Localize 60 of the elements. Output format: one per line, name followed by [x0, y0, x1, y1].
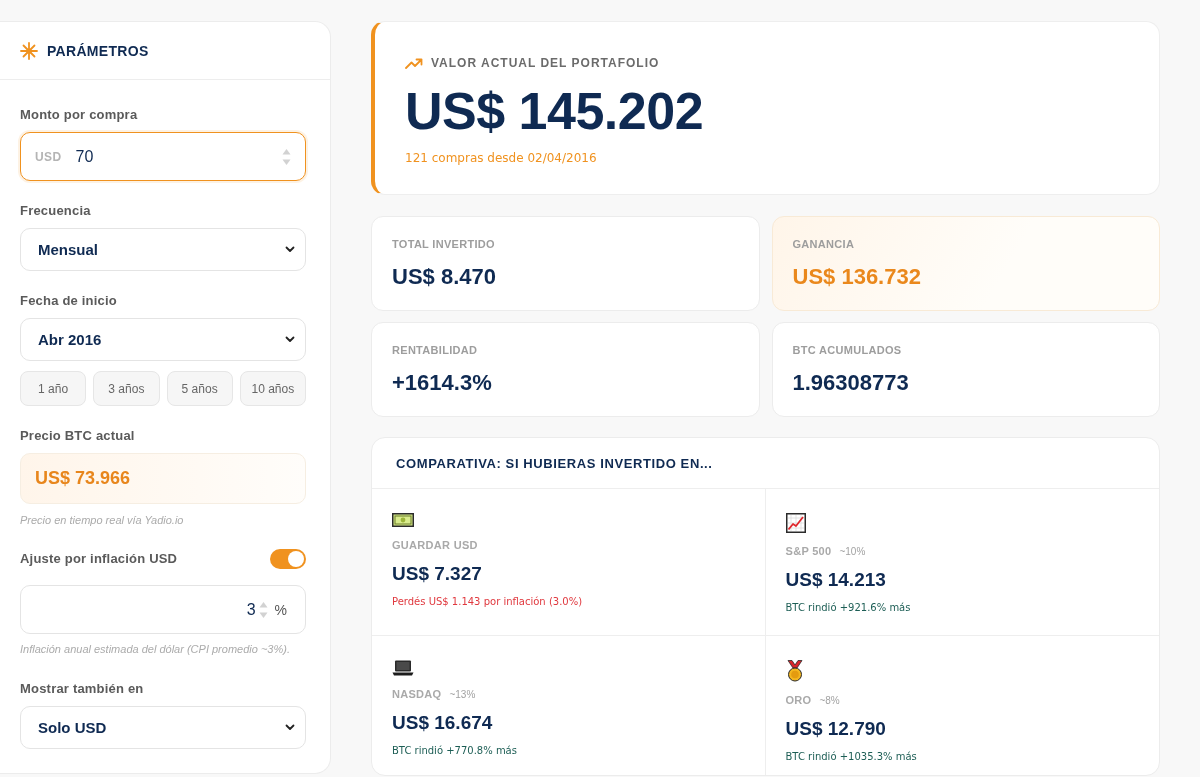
percent-unit: % [274, 601, 287, 618]
field-label: Precio BTC actual [20, 428, 136, 444]
banknote-icon [392, 513, 414, 527]
field-note: Inflación anual estimada del dólar (CPI promedio ~3%). [20, 642, 291, 656]
period-preset-button[interactable]: 1 año [20, 371, 87, 406]
field-label: Monto por compra [20, 107, 139, 123]
field-label: Ajuste por inflación USD [20, 551, 178, 567]
portfolio-value: US$ 145.202 [405, 81, 704, 141]
annual-rate: ~10% [839, 546, 866, 557]
stat-label: TOTAL INVERTIDO [392, 237, 495, 251]
spinner-arrows-icon[interactable] [282, 147, 291, 166]
comparison-message: BTC rindió +770.8% más [392, 744, 517, 758]
field-label: Fecha de inicio [20, 293, 118, 309]
field-label: Mostrar también en [20, 681, 145, 697]
trend-up-icon [405, 57, 423, 69]
asset-value: US$ 12.790 [785, 717, 886, 741]
annual-rate: ~8% [819, 695, 840, 706]
btc-price-display: US$ 73.966 [20, 453, 306, 504]
stat-value: 1.96308773 [792, 370, 909, 396]
line-chart-icon [785, 513, 806, 533]
chevron-down-icon [285, 246, 295, 253]
period-preset-button[interactable]: 3 años [93, 371, 160, 406]
field-label: Frecuencia [20, 203, 92, 219]
amount-input[interactable]: USD 70 [20, 132, 306, 181]
stat-value: US$ 136.732 [792, 264, 921, 290]
asset-name: S&P 500 [785, 544, 832, 558]
asset-value: US$ 7.327 [392, 562, 482, 586]
comparison-message: BTC rindió +921.6% más [785, 601, 911, 615]
currency-prefix: USD [35, 149, 62, 164]
inflation-input[interactable]: 3 % [20, 585, 306, 634]
panel-title: PARÁMETROS [47, 42, 149, 59]
purchase-summary: 121 compras desde 02/04/2016 [405, 150, 597, 166]
stat-label: GANANCIA [792, 237, 855, 251]
spinner-arrows-icon[interactable] [258, 600, 268, 619]
chevron-down-icon [285, 724, 295, 731]
inflation-toggle[interactable] [270, 549, 306, 569]
frequency-select[interactable]: Mensual [20, 228, 306, 271]
currency-select[interactable]: Solo USD [20, 706, 306, 749]
comparison-title: COMPARATIVA: SI HUBIERAS INVERTIDO EN... [396, 455, 713, 471]
period-preset-button[interactable]: 10 años [239, 371, 306, 406]
laptop-icon [392, 660, 414, 676]
annual-rate: ~13% [449, 689, 476, 700]
stat-value: US$ 8.470 [392, 264, 496, 290]
comparison-message: BTC rindió +1035.3% más [785, 750, 917, 764]
comparison-message: Perdés US$ 1.143 por inflación (3.0%) [392, 595, 583, 609]
chevron-down-icon [285, 336, 295, 343]
field-note: Precio en tiempo real vía Yadio.io [20, 513, 185, 527]
period-preset-button[interactable]: 5 años [166, 371, 233, 406]
asset-value: US$ 14.213 [785, 568, 886, 592]
asset-value: US$ 16.674 [392, 711, 493, 735]
stat-label: BTC ACUMULADOS [792, 343, 902, 357]
stat-label: RENTABILIDAD [392, 343, 478, 357]
asset-name: NASDAQ [392, 687, 442, 701]
asset-name: GUARDAR USD [392, 538, 478, 552]
stat-value: +1614.3% [392, 370, 492, 396]
sparkle-icon [20, 41, 38, 60]
portfolio-label: VALOR ACTUAL DEL PORTAFOLIO [431, 56, 660, 70]
medal-icon [785, 660, 804, 682]
start-date-select[interactable]: Abr 2016 [20, 318, 306, 361]
asset-name: ORO [785, 693, 812, 707]
